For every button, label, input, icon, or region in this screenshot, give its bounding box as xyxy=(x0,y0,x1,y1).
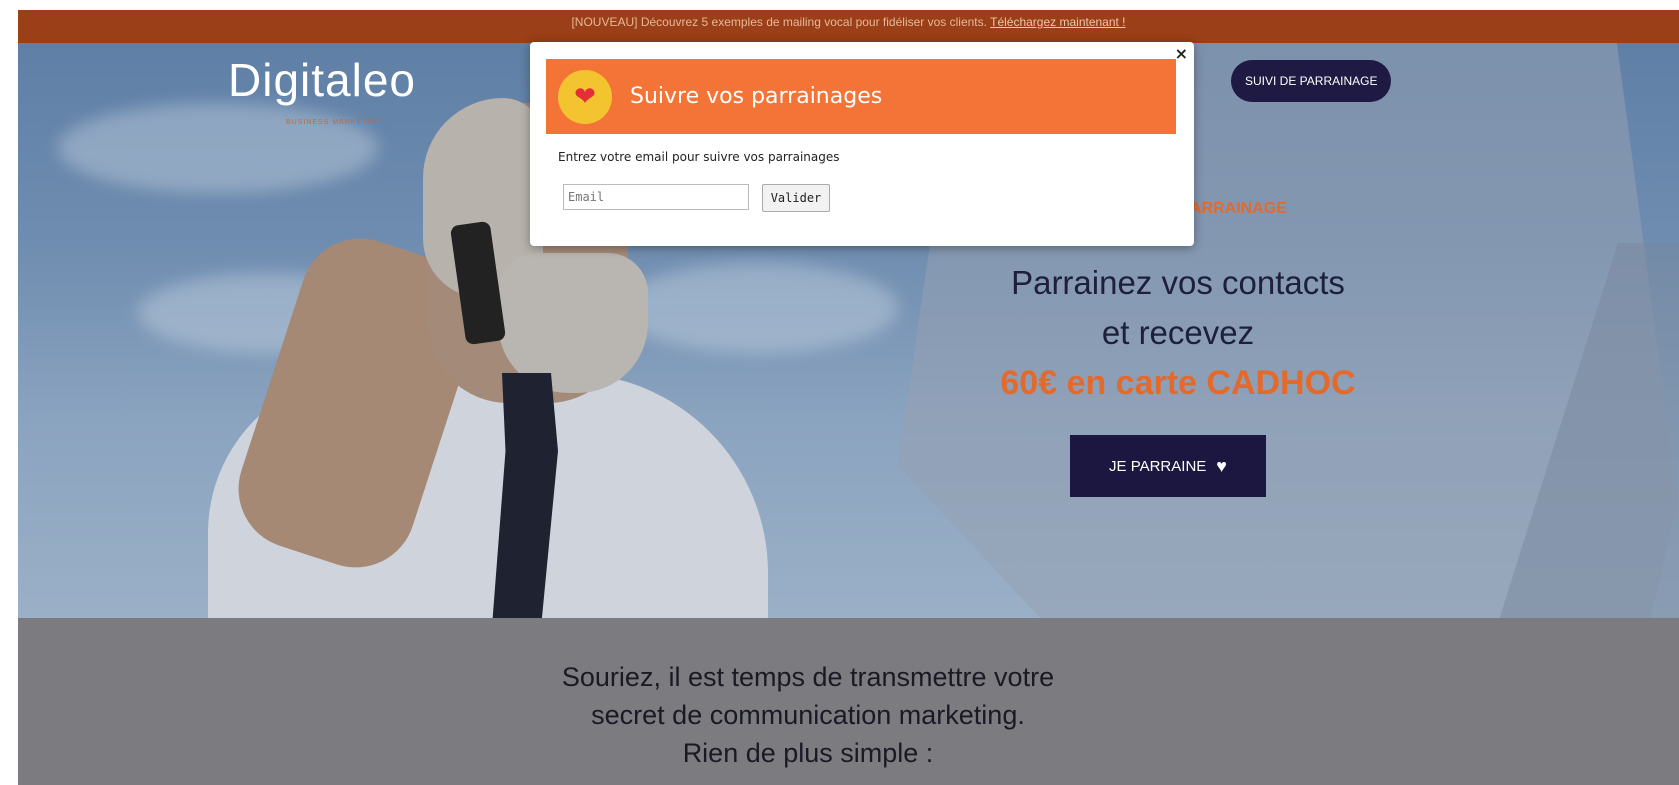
email-label: Entrez votre email pour suivre vos parra… xyxy=(558,150,840,164)
modal-header: ❤ Suivre vos parrainages xyxy=(546,59,1176,134)
je-parraine-label: JE PARRAINE xyxy=(1109,457,1207,475)
suivi-parrainage-button[interactable]: SUIVI DE PARRAINAGE xyxy=(1231,60,1392,102)
hero-line-2: et recevez xyxy=(1101,314,1255,351)
suivi-modal: × ❤ Suivre vos parrainages Entrez votre … xyxy=(530,42,1194,246)
cloud-decoration xyxy=(58,103,378,193)
hero-line-1: Parrainez vos contacts xyxy=(1011,264,1345,301)
announcement-text: [NOUVEAU] Découvrez 5 exemples de mailin… xyxy=(571,15,987,29)
hero-person-beard xyxy=(498,253,648,393)
heart-icon: ♥ xyxy=(1216,455,1227,476)
logo[interactable]: Digitaleo xyxy=(228,53,416,107)
announcement-link[interactable]: Téléchargez maintenant ! xyxy=(990,15,1125,29)
hero-headline: Parrainez vos contacts et recevez 60€ en… xyxy=(968,258,1388,408)
je-parraine-button[interactable]: JE PARRAINE ♥ xyxy=(1070,435,1266,497)
cloud-decoration xyxy=(618,263,898,353)
intro-section: Souriez, il est temps de transmettre vot… xyxy=(18,618,1679,785)
heart-icon: ❤ xyxy=(558,69,612,124)
intro-line-3: Rien de plus simple : xyxy=(682,738,934,768)
intro-line-1: Souriez, il est temps de transmettre vot… xyxy=(561,662,1055,692)
close-icon[interactable]: × xyxy=(1175,44,1188,63)
email-input[interactable] xyxy=(563,184,749,210)
intro-line-2: secret de communication marketing. xyxy=(591,700,1025,730)
announcement-bar: [NOUVEAU] Découvrez 5 exemples de mailin… xyxy=(18,10,1679,43)
hero-line-3: 60€ en carte CADHOC xyxy=(1000,364,1356,402)
logo-tagline: BUSINESS MARKETING xyxy=(286,119,383,126)
intro-text: Souriez, il est temps de transmettre vot… xyxy=(498,658,1118,772)
modal-title: Suivre vos parrainages xyxy=(630,84,883,109)
valider-button[interactable]: Valider xyxy=(762,184,830,212)
